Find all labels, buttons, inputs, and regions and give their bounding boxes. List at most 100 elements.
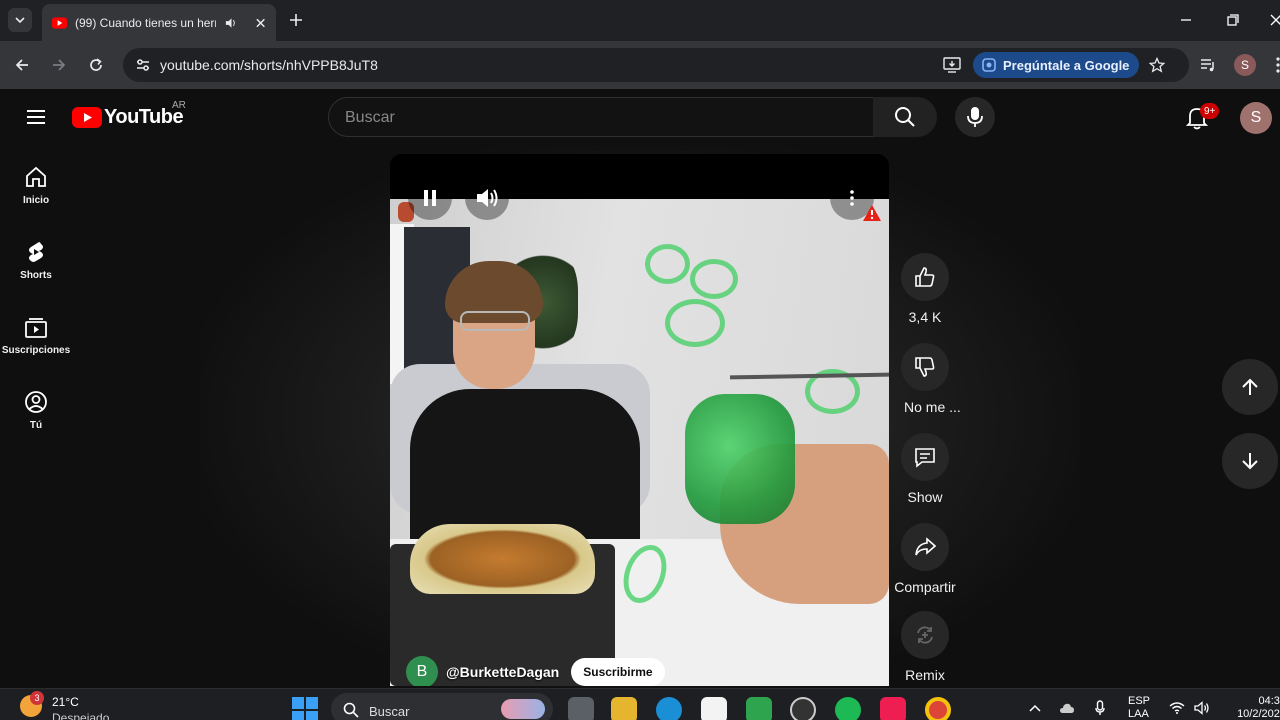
video-frame [390,199,889,686]
pause-button[interactable] [408,176,452,220]
search-button[interactable] [873,97,937,137]
sidebar-item-subscriptions[interactable]: Suscripciones [0,295,72,365]
weather-condition: Despejado [52,711,110,720]
volume-icon [477,189,498,207]
reload-button[interactable] [84,53,108,77]
scene-green-bottle [685,394,795,524]
share-button[interactable] [901,523,949,571]
share-label: Compartir [894,579,956,595]
url-text[interactable]: youtube.com/shorts/nhVPPB8JuT8 [160,57,378,73]
show-hidden-icons-button[interactable] [1026,699,1044,717]
wifi-icon-glyph [1169,702,1185,714]
start-button[interactable] [292,697,318,720]
restore-icon [1227,14,1239,26]
comments-icon [915,448,935,468]
address-bar[interactable]: youtube.com/shorts/nhVPPB8JuT8 Pregúntal… [123,48,1189,82]
browser-tab-active[interactable]: (99) Cuando tienes un herm [42,4,276,41]
arrow-right-icon [53,59,66,71]
channel-info: B @BurketteDagan Suscribirme [406,656,665,686]
channel-handle[interactable]: @BurketteDagan [446,664,559,680]
system-clock[interactable]: 04:30 10/2/2024 [1226,695,1280,720]
new-tab-button[interactable] [286,10,306,30]
audio-playing-icon[interactable] [224,16,237,30]
close-tab-icon[interactable] [255,17,266,29]
install-app-button[interactable] [942,55,962,75]
like-button[interactable] [901,253,949,301]
channel-avatar[interactable]: B [406,656,438,686]
forward-button[interactable] [47,53,71,77]
bookmark-button[interactable] [1147,55,1167,75]
windows-taskbar: 3 21°C Despejado Buscar ESP LAA 04:30 10… [0,688,1280,720]
clock-time: 04:30 [1258,695,1280,707]
back-button[interactable] [10,53,34,77]
microphone-tray-icon[interactable] [1091,699,1109,717]
search-highlight-art [501,699,545,719]
reload-icon [90,58,102,71]
spotify-icon[interactable] [835,697,861,720]
scene-food [410,524,595,594]
volume-button[interactable] [465,176,509,220]
app-25-icon[interactable] [746,697,772,720]
comments-button[interactable] [901,433,949,481]
speaker-icon[interactable] [1193,699,1211,717]
tab-title: (99) Cuando tienes un herm [75,15,216,30]
wifi-icon[interactable] [1168,699,1186,717]
browser-profile-avatar[interactable]: S [1234,54,1256,76]
close-window-button[interactable] [1266,10,1280,30]
microphone-icon [967,107,983,127]
remix-button[interactable] [901,611,949,659]
ask-google-button[interactable]: Pregúntale a Google [973,52,1140,78]
cloud-sync-icon[interactable] [1058,699,1076,717]
search-icon [895,107,915,127]
previous-short-button[interactable] [1222,359,1278,415]
subscribe-button[interactable]: Suscribirme [571,658,665,686]
chrome-icon[interactable] [925,697,951,720]
minimize-icon [1181,19,1191,21]
temperature: 21°C [52,695,79,709]
shorts-video-player[interactable]: B @BurketteDagan Suscribirme [390,154,889,686]
sidebar-item-home[interactable]: Inicio [0,145,72,215]
remix-label: Remix [905,667,945,683]
sidebar-label-shorts: Shorts [20,270,52,281]
file-explorer-icon[interactable] [611,697,637,720]
windows-logo-icon [292,697,304,709]
scene-bottle-ring [645,244,690,284]
tab-search-button[interactable] [8,8,32,32]
like-action: 3,4 K [893,253,957,325]
guide-menu-button[interactable] [24,105,48,129]
browser-menu-button[interactable] [1266,53,1280,77]
voice-search-button[interactable] [955,97,995,137]
media-controls-button[interactable] [1196,53,1220,77]
minimize-button[interactable] [1176,10,1196,30]
task-view-icon[interactable] [568,697,594,720]
youtube-logo[interactable]: YouTube [72,106,184,129]
cloud-icon [1060,703,1074,713]
taskbar-search[interactable]: Buscar [331,693,553,720]
keyboard-layout: LAA [1128,708,1149,720]
scene-bottle-ring [690,259,738,299]
sidebar-item-shorts[interactable]: Shorts [0,220,72,290]
edge-icon[interactable] [656,697,682,720]
more-vert-icon [850,190,854,206]
warning-icon [863,205,881,221]
site-info-button[interactable] [131,53,155,77]
input-language[interactable]: ESP LAA [1128,695,1150,720]
account-avatar[interactable]: S [1240,102,1272,134]
dislike-label: No me ... [904,399,961,415]
search-placeholder: Buscar [345,109,395,126]
tune-icon [137,59,149,71]
weather-widget[interactable]: 3 21°C Despejado [20,691,120,720]
tiktok-icon[interactable] [880,697,906,720]
sidebar-item-you[interactable]: Tú [0,370,72,440]
weather-badge: 3 [30,691,44,705]
more-vert-icon [1276,57,1280,73]
search-input[interactable]: Buscar [328,97,874,137]
next-short-button[interactable] [1222,433,1278,489]
microsoft-store-icon[interactable] [701,697,727,720]
clock-date: 10/2/2024 [1237,708,1280,720]
browser-tabbar: (99) Cuando tienes un herm [0,0,1280,41]
microphone-icon [1095,700,1105,715]
dislike-button[interactable] [901,343,949,391]
obs-icon[interactable] [790,697,816,720]
restore-button[interactable] [1223,10,1243,30]
